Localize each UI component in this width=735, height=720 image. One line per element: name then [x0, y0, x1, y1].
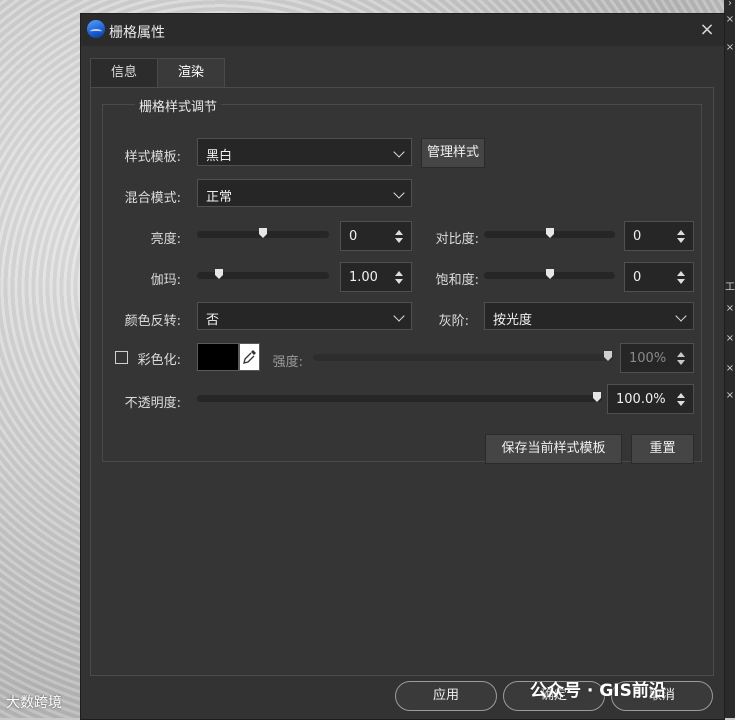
- spin-down-icon[interactable]: [677, 279, 685, 284]
- strip-label: 工: [725, 282, 735, 293]
- spin-down-icon[interactable]: [677, 360, 685, 365]
- blend-mode-select[interactable]: 正常: [197, 179, 412, 207]
- tab-info[interactable]: 信息: [90, 58, 158, 87]
- style-template-label: 样式模板:: [124, 150, 181, 165]
- spin-up-icon[interactable]: [677, 230, 685, 235]
- grayscale-value: 按光度: [493, 313, 533, 328]
- style-template-value: 黑白: [206, 149, 233, 164]
- strip-close-icon-2[interactable]: ×: [725, 42, 735, 53]
- brightness-label: 亮度:: [150, 232, 181, 247]
- close-icon[interactable]: ×: [696, 19, 718, 41]
- saturation-slider[interactable]: [484, 269, 615, 279]
- blend-mode-value: 正常: [206, 190, 233, 205]
- opacity-slider[interactable]: [197, 392, 602, 402]
- spin-up-icon[interactable]: [395, 271, 403, 276]
- colorize-checkbox[interactable]: [115, 351, 128, 364]
- apply-button[interactable]: 应用: [395, 681, 497, 711]
- opacity-value: 100.0%: [616, 392, 666, 407]
- watermark-left: 大数跨境: [6, 695, 62, 711]
- opacity-spinbox[interactable]: 100.0%: [607, 384, 694, 414]
- watermark-right: 公众号 · GIS前沿: [530, 681, 666, 701]
- chevron-down-icon: [393, 146, 405, 158]
- strip-close-icon-5[interactable]: ×: [725, 363, 735, 374]
- raster-properties-dialog: 栅格属性 × 信息 渲染 栅格样式调节 样式模板: 黑白 管理样式 混合模式: …: [80, 13, 725, 720]
- spin-up-icon[interactable]: [677, 271, 685, 276]
- style-template-select[interactable]: 黑白: [197, 138, 412, 166]
- spin-down-icon[interactable]: [677, 238, 685, 243]
- save-style-template-button[interactable]: 保存当前样式模板: [485, 434, 622, 464]
- right-side-panel-edge: › × × 工 × × × ×: [724, 0, 735, 718]
- saturation-label: 饱和度:: [435, 273, 479, 288]
- contrast-slider[interactable]: [484, 228, 615, 238]
- chevron-down-icon: [393, 187, 405, 199]
- grayscale-label: 灰阶:: [438, 314, 469, 329]
- contrast-value: 0: [633, 229, 642, 244]
- strip-close-icon-3[interactable]: ×: [725, 303, 735, 314]
- strip-mark-0[interactable]: ›: [725, 0, 735, 9]
- brightness-value: 0: [349, 229, 358, 244]
- dialog-title: 栅格属性: [109, 25, 165, 41]
- brightness-slider[interactable]: [197, 228, 329, 238]
- reset-button[interactable]: 重置: [631, 434, 694, 464]
- render-tab-panel: 栅格样式调节 样式模板: 黑白 管理样式 混合模式: 正常 亮度: 0 对比度:: [90, 87, 714, 676]
- gamma-slider[interactable]: [197, 269, 329, 279]
- tab-render[interactable]: 渲染: [157, 58, 225, 88]
- strength-label: 强度:: [272, 355, 303, 370]
- contrast-label: 对比度:: [435, 232, 479, 247]
- spin-up-icon[interactable]: [677, 393, 685, 398]
- spin-up-icon[interactable]: [395, 230, 403, 235]
- strength-slider[interactable]: [313, 351, 613, 361]
- spin-down-icon[interactable]: [395, 279, 403, 284]
- strip-close-icon-6[interactable]: ×: [725, 390, 735, 401]
- strength-spinbox[interactable]: 100%: [620, 343, 694, 373]
- strength-value: 100%: [629, 351, 667, 366]
- eyedropper-button[interactable]: [239, 343, 260, 371]
- gamma-label: 伽玛:: [150, 273, 181, 288]
- app-logo-icon: [87, 20, 105, 38]
- color-invert-label: 颜色反转:: [124, 314, 181, 329]
- saturation-value: 0: [633, 270, 642, 285]
- group-title: 栅格样式调节: [135, 96, 222, 115]
- opacity-label: 不透明度:: [124, 396, 181, 411]
- blend-mode-label: 混合模式:: [124, 191, 181, 206]
- colorize-color-swatch[interactable]: [197, 343, 239, 371]
- strip-close-icon-4[interactable]: ×: [725, 333, 735, 344]
- manage-style-button[interactable]: 管理样式: [421, 138, 485, 168]
- strip-close-icon-1[interactable]: ×: [725, 14, 735, 25]
- grayscale-select[interactable]: 按光度: [484, 302, 694, 330]
- gamma-value: 1.00: [349, 270, 378, 285]
- spin-down-icon[interactable]: [395, 238, 403, 243]
- dialog-titlebar[interactable]: 栅格属性 ×: [81, 14, 724, 46]
- chevron-down-icon: [675, 310, 687, 322]
- contrast-spinbox[interactable]: 0: [624, 221, 694, 251]
- spin-down-icon[interactable]: [677, 401, 685, 406]
- gamma-spinbox[interactable]: 1.00: [340, 262, 412, 292]
- saturation-spinbox[interactable]: 0: [624, 262, 694, 292]
- color-invert-select[interactable]: 否: [197, 302, 412, 330]
- brightness-spinbox[interactable]: 0: [340, 221, 412, 251]
- color-invert-value: 否: [206, 313, 220, 328]
- chevron-down-icon: [393, 310, 405, 322]
- colorize-label: 彩色化:: [137, 353, 181, 368]
- spin-up-icon[interactable]: [677, 352, 685, 357]
- eyedropper-icon: [243, 350, 256, 364]
